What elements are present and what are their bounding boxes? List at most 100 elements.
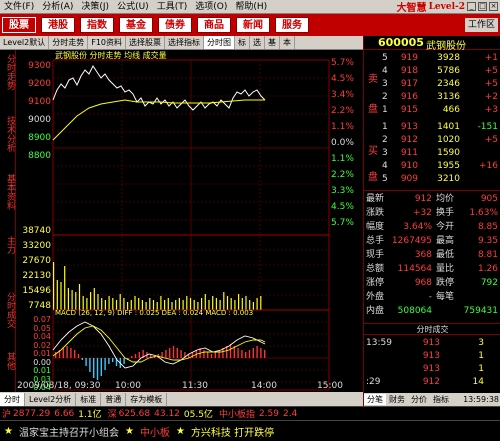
tab-level2-analysis[interactable]: Level2分析 (25, 392, 77, 406)
macd-bar (260, 348, 262, 358)
trade-volume: 14 (472, 377, 484, 387)
menu-decision[interactable]: 决策(J) (77, 0, 113, 14)
book-row[interactable]: 1 915 466 +3 (364, 105, 500, 116)
book-row[interactable]: 2 912 1020 +5 (364, 135, 500, 146)
tab-mark[interactable]: 标 (235, 36, 250, 49)
ask-price: 915 (400, 105, 418, 115)
book-row[interactable]: 13:59 913 3 (364, 338, 500, 349)
macd-bar (108, 358, 110, 364)
tab-select-stock[interactable]: 选择股票 (126, 36, 165, 49)
macd-bar (210, 354, 213, 358)
book-row[interactable]: 总手 1267495 最高 9.35 (364, 236, 500, 247)
tab-basic[interactable]: 基 (265, 36, 280, 49)
volume-bar (82, 296, 84, 310)
toolbar-hk[interactable]: 港股 (41, 17, 75, 33)
ticker-item-3[interactable]: 方兴科技 打开跌停 (191, 424, 274, 439)
quote-bottom-tabs: 分笔 财务 分价 指标 13:59:38 (364, 393, 500, 406)
vtab-intraday[interactable]: 分时走势 (1, 54, 15, 90)
tab-f10[interactable]: F10资料 (88, 36, 126, 49)
book-row[interactable]: 913 1 (364, 364, 500, 375)
tab-intraday[interactable]: 分时走势 (49, 36, 89, 49)
tab-fundamental[interactable]: 本 (280, 36, 295, 49)
menu-analysis[interactable]: 分析(A) (38, 0, 77, 14)
trade-volume: 3 (478, 338, 484, 348)
macd-bar (70, 348, 72, 358)
book-row[interactable]: 外盘 - 每笔 (364, 292, 500, 303)
toolbar-index[interactable]: 指数 (80, 17, 114, 33)
tab-intraday-chart[interactable]: 分时图 (204, 36, 235, 49)
minimize-icon[interactable]: _ (467, 2, 476, 11)
book-row[interactable]: 3 911 1590 (364, 148, 500, 159)
tab-indicator[interactable]: 指标 (430, 394, 452, 405)
stat-value: +32 (413, 208, 432, 218)
toolbar-stocks[interactable]: 股票 (2, 17, 36, 33)
tab-normal[interactable]: 普通 (101, 392, 127, 406)
ticker-item-1[interactable]: 温家宝主持召开小组会 (19, 424, 119, 439)
menu-tools[interactable]: 工具(T) (153, 0, 192, 14)
maximize-icon[interactable]: □ (478, 2, 487, 11)
book-row[interactable]: 总额 114564 量比 1.26 (364, 264, 500, 275)
toolbar-fund[interactable]: 基金 (119, 17, 153, 33)
book-row[interactable]: 1 913 1401 -151 (364, 122, 500, 133)
book-row[interactable]: 5 919 3928 +1 (364, 53, 500, 64)
macd-bar (85, 358, 87, 366)
book-row[interactable]: 幅度 3.64% 今开 8.85 (364, 222, 500, 233)
book-row[interactable]: 3 917 2346 +5 (364, 79, 500, 90)
sh-label: 沪 (2, 410, 12, 420)
trade-price: 913 (422, 338, 440, 348)
tab-intraday-bottom[interactable]: 分时 (0, 392, 25, 406)
main-toolbar: 股票 港股 指数 基金 债券 商品 新闻 服务 工作区 (0, 14, 500, 36)
book-row[interactable]: 2 916 3136 +2 (364, 92, 500, 103)
stat-value-2: 759431 (463, 306, 498, 316)
vtab-main-force[interactable]: 主力 (1, 236, 15, 254)
toolbar-service[interactable]: 服务 (275, 17, 309, 33)
workspace-button[interactable]: 工作区 (464, 18, 498, 32)
vtab-trades[interactable]: 分时成交 (1, 292, 15, 328)
book-row[interactable]: 4 910 1955 +16 (364, 161, 500, 172)
volume-bar (212, 296, 214, 310)
book-row[interactable]: 最新 912 均价 905 (364, 194, 500, 205)
vtab-other[interactable]: 其他 (1, 352, 15, 370)
vtab-basic-info[interactable]: 基本资料 (1, 174, 15, 210)
toolbar-bond[interactable]: 债券 (158, 17, 192, 33)
vtab-technical[interactable]: 技术分析 (1, 116, 15, 152)
tab-price-dist[interactable]: 分价 (408, 394, 430, 405)
book-row[interactable]: 内盘 508064 759431 (364, 306, 500, 317)
intraday-chart[interactable]: 武钢股份 分时走势 均线 成交量 9300 9200 9100 9000 8900 88… (17, 50, 363, 392)
close-icon[interactable]: × (489, 2, 498, 11)
book-row[interactable]: 涨跌 +32 换手 1.63% (364, 208, 500, 219)
stock-name: 武钢股份 (426, 41, 466, 52)
stat-value-2: 1.63% (469, 208, 498, 218)
book-row[interactable]: 5 909 3210 (364, 174, 500, 185)
menu-formula[interactable]: 公式(U) (113, 0, 153, 14)
toolbar-commodity[interactable]: 商品 (197, 17, 231, 33)
book-row[interactable]: 涨停 968 跌停 792 (364, 278, 500, 289)
tab-standard[interactable]: 标准 (76, 392, 102, 406)
ticker-item-2[interactable]: 中小板 (140, 424, 170, 439)
tab-level2-default[interactable]: Level2默认 (0, 36, 50, 49)
volume-bar (64, 266, 66, 310)
book-row[interactable]: 913 1 (364, 351, 500, 362)
stat-value: 1267495 (391, 236, 432, 246)
tab-finance[interactable]: 财务 (386, 394, 408, 405)
level: 2 (382, 92, 388, 102)
volume-bar (60, 282, 62, 310)
book-row[interactable]: 4 918 5786 +5 (364, 66, 500, 77)
tab-select[interactable]: 选 (250, 36, 265, 49)
book-row[interactable]: :29 912 14 (364, 377, 500, 388)
ask-price: 916 (400, 92, 418, 102)
save-template-button[interactable]: 存为模板 (126, 392, 168, 406)
stat-value-2: 8.81 (477, 250, 498, 260)
toolbar-news[interactable]: 新闻 (236, 17, 270, 33)
volume-bar (56, 280, 58, 310)
menu-help[interactable]: 帮助(H) (231, 0, 271, 14)
menu-file[interactable]: 文件(F) (0, 0, 38, 14)
ask-price: 917 (400, 79, 418, 89)
level: 4 (382, 66, 388, 76)
book-row[interactable]: 现手 368 最低 8.81 (364, 250, 500, 261)
menu-options[interactable]: 选项(O) (191, 0, 231, 14)
tab-ticks[interactable]: 分笔 (364, 394, 386, 405)
sme-change: 2.4 (283, 408, 298, 419)
bid-volume: 1590 (437, 148, 460, 158)
tab-select-indicator[interactable]: 选择指标 (165, 36, 204, 49)
